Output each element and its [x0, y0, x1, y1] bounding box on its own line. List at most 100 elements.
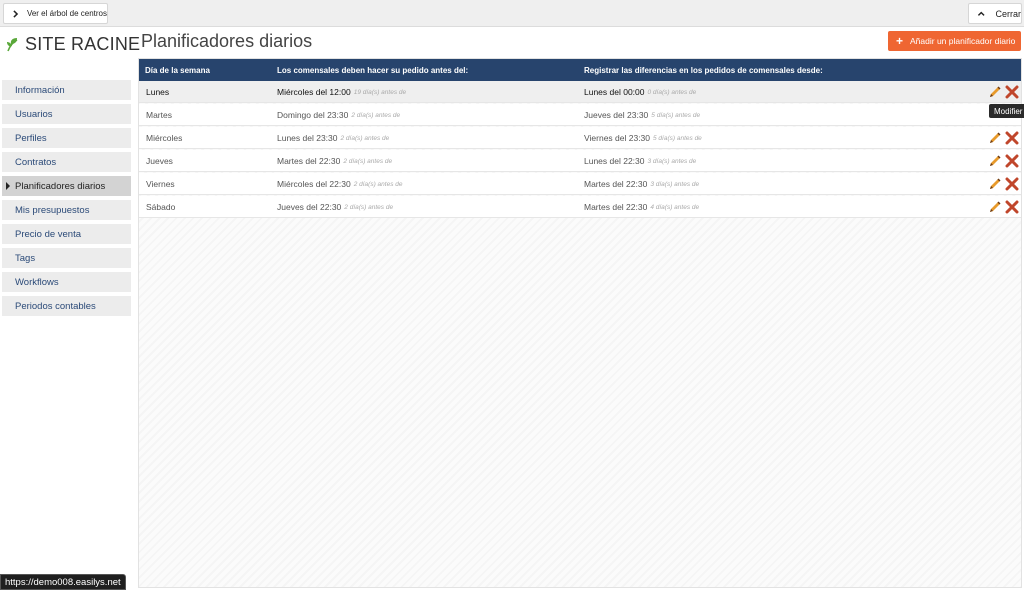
- sidebar-item-label: Contratos: [15, 156, 57, 168]
- order-hint: 2 día(s) antes de: [340, 134, 390, 142]
- sidebar-item-label: Mis presupuestos: [15, 204, 90, 216]
- order-hint: 2 día(s) antes de: [343, 157, 393, 165]
- order-deadline-value: Domingo del 23:30: [277, 110, 349, 120]
- sidebar-item-periodos-contables[interactable]: Periodos contables: [2, 296, 131, 316]
- sidebar-item-label: Precio de venta: [15, 228, 82, 240]
- order-deadline-value: Jueves del 22:30: [277, 202, 342, 212]
- day-cell: Sábado: [146, 202, 176, 212]
- sidebar-item-contratos[interactable]: Contratos: [2, 152, 131, 172]
- order-deadline-value: Martes del 22:30: [277, 156, 341, 166]
- add-daily-planner-label: Añadir un planificador diario: [910, 36, 1016, 46]
- table-header: Día de la semana Los comensales deben ha…: [139, 59, 1021, 81]
- diff-hint: 3 día(s) antes de: [650, 180, 700, 188]
- order-deadline-value: Miércoles del 12:00: [277, 87, 351, 97]
- diff-from-cell: Viernes del 23:30 5 día(s) antes de: [584, 127, 702, 149]
- day-cell: Martes: [146, 110, 172, 120]
- order-deadline-cell: Miércoles del 12:00 19 día(s) antes de: [277, 81, 406, 103]
- table-row[interactable]: Martes Domingo del 23:30 2 día(s) antes d…: [139, 104, 1021, 126]
- delete-icon[interactable]: [1005, 200, 1019, 214]
- top-bar: Ver el árbol de centros Cerrar: [0, 0, 1024, 27]
- column-header-day: Día de la semana: [145, 65, 210, 75]
- sidebar-item-usuarios[interactable]: Usuarios: [2, 104, 131, 124]
- sidebar-item-label: Perfiles: [15, 132, 47, 144]
- close-label: Cerrar: [995, 8, 1021, 19]
- table-row[interactable]: Jueves Martes del 22:30 2 día(s) antes de…: [139, 150, 1021, 172]
- table-row[interactable]: Lunes Miércoles del 12:00 19 día(s) antes…: [139, 81, 1021, 103]
- day-cell: Miércoles: [146, 133, 183, 143]
- site-name: SITE RACINE: [25, 33, 141, 54]
- sidebar-item-planificadores-diarios[interactable]: Planificadores diarios: [2, 176, 131, 196]
- order-hint: 19 día(s) antes de: [353, 88, 407, 96]
- plus-icon: +: [896, 34, 904, 48]
- pencil-icon[interactable]: [988, 85, 1002, 99]
- diff-hint: 5 día(s) antes de: [651, 111, 701, 119]
- delete-icon[interactable]: [1005, 177, 1019, 191]
- sidebar-item-perfiles[interactable]: Perfiles: [2, 128, 131, 148]
- pencil-icon[interactable]: [988, 131, 1002, 145]
- order-hint: 2 día(s) antes de: [344, 203, 394, 211]
- chevron-right-icon: [13, 9, 19, 18]
- diff-from-value: Jueves del 23:30: [584, 110, 649, 120]
- column-header-order-deadline: Los comensales deben hacer su pedido ant…: [277, 65, 469, 75]
- order-hint: 2 día(s) antes de: [353, 180, 403, 188]
- leaf-icon: [7, 38, 18, 52]
- diff-hint: 3 día(s) antes de: [647, 157, 697, 165]
- diff-hint: 4 día(s) antes de: [650, 203, 700, 211]
- active-arrow-icon: [6, 182, 10, 190]
- table-row[interactable]: Miércoles Lunes del 23:30 2 día(s) antes …: [139, 127, 1021, 149]
- sidebar-item-label: Periodos contables: [15, 300, 96, 312]
- sidebar-item-label: Información: [15, 84, 65, 96]
- order-deadline-cell: Jueves del 22:30 2 día(s) antes de: [277, 196, 393, 218]
- table-row[interactable]: Sábado Jueves del 22:30 2 día(s) antes de…: [139, 196, 1021, 218]
- close-button[interactable]: Cerrar: [968, 3, 1022, 24]
- order-deadline-cell: Domingo del 23:30 2 día(s) antes de: [277, 104, 400, 126]
- diff-from-cell: Martes del 22:30 4 día(s) antes de: [584, 196, 699, 218]
- sidebar-item-informacion[interactable]: Información: [2, 80, 131, 100]
- diff-hint: 0 día(s) antes de: [647, 88, 697, 96]
- pencil-icon[interactable]: [988, 154, 1002, 168]
- diff-from-cell: Jueves del 23:30 5 día(s) antes de: [584, 104, 700, 126]
- site-logo: SITE RACINE: [5, 33, 140, 55]
- order-deadline-cell: Miércoles del 22:30 2 día(s) antes de: [277, 173, 403, 195]
- order-deadline-cell: Lunes del 23:30 2 día(s) antes de: [277, 127, 389, 149]
- order-deadline-value: Miércoles del 22:30: [277, 179, 351, 189]
- diff-from-cell: Lunes del 22:30 3 día(s) antes de: [584, 150, 696, 172]
- diff-hint: 5 día(s) antes de: [653, 134, 702, 142]
- sidebar-item-label: Workflows: [15, 276, 59, 288]
- diff-from-value: Viernes del 23:30: [584, 133, 651, 143]
- sidebar-item-mis-presupuestos[interactable]: Mis presupuestos: [2, 200, 131, 220]
- sidebar-item-precio-de-venta[interactable]: Precio de venta: [2, 224, 131, 244]
- pencil-icon[interactable]: [988, 200, 1002, 214]
- planners-panel: Día de la semana Los comensales deben ha…: [138, 58, 1022, 588]
- order-hint: 2 día(s) antes de: [351, 111, 401, 119]
- table-row[interactable]: Viernes Miércoles del 22:30 2 día(s) ante…: [139, 173, 1021, 195]
- delete-icon[interactable]: [1005, 131, 1019, 145]
- sidebar-item-label: Usuarios: [15, 108, 53, 120]
- diff-from-cell: Martes del 22:30 3 día(s) antes de: [584, 173, 699, 195]
- pencil-icon[interactable]: [988, 177, 1002, 191]
- sidebar-item-label: Planificadores diarios: [15, 180, 106, 192]
- sidebar-item-label: Tags: [15, 252, 36, 264]
- sidebar: Información Usuarios Perfiles Contratos …: [2, 80, 131, 320]
- status-bar-url: https://demo008.easilys.net: [0, 574, 126, 590]
- delete-icon[interactable]: [1005, 154, 1019, 168]
- order-deadline-cell: Martes del 22:30 2 día(s) antes de: [277, 150, 392, 172]
- diff-from-value: Martes del 22:30: [584, 179, 648, 189]
- day-cell: Viernes: [146, 179, 175, 189]
- add-daily-planner-button[interactable]: + Añadir un planificador diario: [888, 31, 1021, 51]
- page-title: Planificadores diarios: [141, 31, 313, 51]
- chevron-up-icon: [977, 11, 985, 16]
- diff-from-value: Martes del 22:30: [584, 202, 648, 212]
- view-center-tree-label: Ver el árbol de centros: [26, 9, 107, 18]
- day-cell: Jueves: [146, 156, 173, 166]
- sidebar-item-workflows[interactable]: Workflows: [2, 272, 131, 292]
- view-center-tree-button[interactable]: Ver el árbol de centros: [3, 3, 108, 24]
- order-deadline-value: Lunes del 23:30: [277, 133, 338, 143]
- day-cell: Lunes: [146, 87, 170, 97]
- diff-from-value: Lunes del 22:30: [584, 156, 645, 166]
- delete-icon[interactable]: [1005, 85, 1019, 99]
- column-header-diff-from: Registrar las diferencias en los pedidos…: [584, 65, 823, 75]
- diff-from-cell: Lunes del 00:00 0 día(s) antes de: [584, 81, 696, 103]
- sidebar-item-tags[interactable]: Tags: [2, 248, 131, 268]
- diff-from-value: Lunes del 00:00: [584, 87, 645, 97]
